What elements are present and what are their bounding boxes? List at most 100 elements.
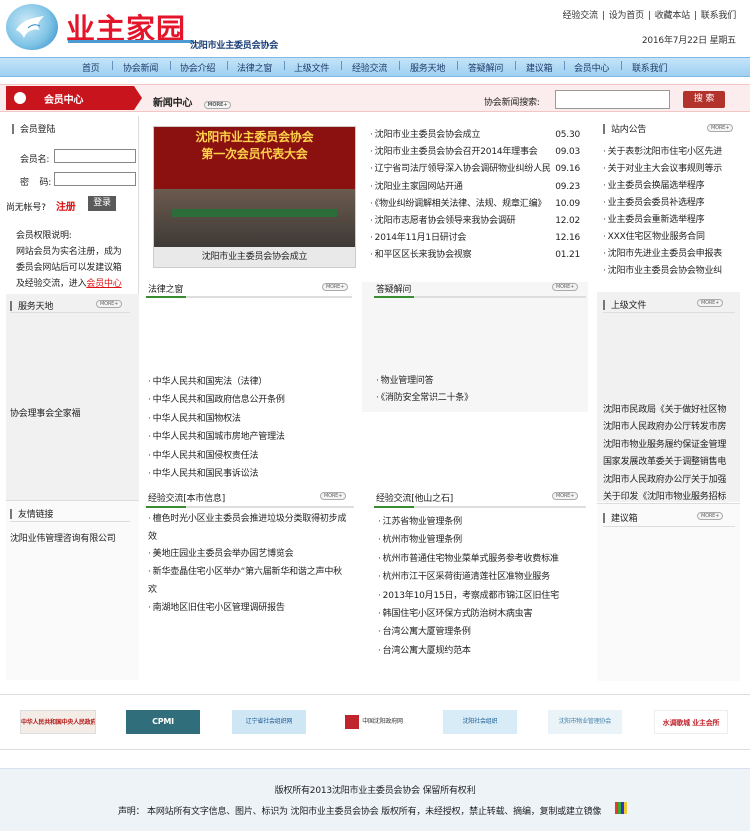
news-item[interactable]: · 沈阳市志愿者协会领导来我协会调研 12.02 [370,213,582,230]
exchange-local-item[interactable]: · 新华壶晶住宅小区举办“第六届新华和谐之声中秋 [148,564,354,582]
nav-member-center[interactable]: 会员中心 [574,61,609,74]
notice-item[interactable]: · 业主委员会重新选举程序 [603,212,735,229]
exchange-other-item[interactable]: · 韩国住宅小区环保方式防治树木病虫害 [378,605,584,623]
service-more-button[interactable]: MORE+ [96,300,123,308]
exchange-local-underline [146,506,354,508]
register-link[interactable]: 注册 [56,198,76,213]
exchange-other-item[interactable]: · 台湾公寓大厦规约范本 [378,642,584,660]
upper-doc-item[interactable]: 国家发展改革委关于调整销售电 [603,454,738,471]
nav-suggestion-box[interactable]: 建议箱 [526,61,553,74]
qa-panel: 答疑解问 MORE+ · 物业管理问答 · 《消防安全常识二十条》 [362,282,588,412]
password-input[interactable] [54,172,136,186]
exchange-other-item[interactable]: · 台湾公寓大厦管理条例 [378,623,584,641]
news-more-button[interactable]: MORE+ [203,101,232,109]
exchange-other-item[interactable]: · 杭州市江干区采荷街道清莲社区准物业服务 [378,568,584,586]
nav-upper-documents[interactable]: 上级文件 [294,61,329,74]
nav-association-intro[interactable]: 协会介绍 [180,61,215,74]
qa-item[interactable]: · 物业管理问答 [376,373,473,390]
exchange-local-more-button[interactable]: MORE+ [320,492,347,500]
qa-item[interactable]: · 《消防安全常识二十条》 [376,390,473,407]
top-link-exchange[interactable]: 经验交流 [559,11,602,21]
nav-separator: | [398,61,401,71]
notice-item[interactable]: · 关于表彰沈阳市住宅小区先进 [603,144,735,161]
nav-law-window[interactable]: 法律之窗 [237,61,272,74]
qa-more-button[interactable]: MORE+ [552,283,579,291]
news-item[interactable]: · 沈阳市业主委员会协会召开2014年理事会 09.03 [370,144,582,161]
exchange-local-item[interactable]: · 美地庄园业主委员会举办园艺博览会 [148,546,354,564]
upper-doc-item[interactable]: 沈阳市人民政府办公厅转发市房 [603,419,738,436]
title-marker [603,513,605,523]
nav-qa[interactable]: 答疑解问 [468,61,503,74]
exchange-local-item-cont[interactable]: 欢 [148,582,354,600]
top-link-homepage[interactable]: 设为首页 [605,11,648,21]
nav-association-news[interactable]: 协会新闻 [123,61,158,74]
site-footer: 版权所有2013沈阳市业主委员会协会 保留所有权利 声明： 本网站所有文字信息、… [0,768,750,831]
law-item[interactable]: · 中华人民共和国物权法 [148,410,285,428]
partner-logo-club[interactable]: 水调歌城 业主会所 [654,710,728,734]
exchange-local-item-cont[interactable]: 效 [148,529,354,547]
suggestion-more-button[interactable]: MORE+ [697,512,724,520]
upper-doc-item[interactable]: 沈阳市人民政府办公厅关于加强 [603,472,738,489]
notice-title-text: 站内公告 [611,125,647,135]
news-item[interactable]: · 《物业纠纷调解相关法律、法规、规章汇编》 10.09 [370,195,582,214]
news-item[interactable]: · 2014年11月1日研讨会 12.16 [370,230,582,247]
upper-docs-panel: 上级文件 MORE+ 沈阳市民政局《关于做好社区物 沈阳市人民政府办公厅转发市房… [597,292,740,502]
news-item[interactable]: · 辽宁省司法厅领导深入协会调研物业纠纷人民 09.16 [370,161,582,179]
login-button[interactable]: 登录 [88,196,116,211]
partner-logo-liaoning-org[interactable]: 辽宁省社会组织网 [232,710,306,734]
top-link-contact[interactable]: 联系我们 [697,11,740,21]
upper-doc-item[interactable]: 沈阳市物业服务履约保证金管理 [603,437,738,454]
news-search-input[interactable] [555,90,670,109]
service-item[interactable]: 协会理事会全家福 [10,406,80,419]
notice-item[interactable]: · 业主委员会委员补选程序 [603,195,735,212]
nav-experience-exchange[interactable]: 经验交流 [352,61,387,74]
law-item[interactable]: · 中华人民共和国宪法（法律） [148,373,285,391]
top-link-bookmark[interactable]: 收藏本站 [651,11,694,21]
nav-service[interactable]: 服务天地 [410,61,445,74]
notice-item[interactable]: · 沈阳市先进业主委员会申报表 [603,246,735,263]
nav-contact[interactable]: 联系我们 [632,61,667,74]
notice-item[interactable]: · 业主委员会换届选举程序 [603,178,735,195]
partner-logo-property-assoc[interactable]: 沈阳市物业管理协会 [548,710,622,734]
news-center-label: 新闻中心 [153,98,193,109]
exchange-other-item[interactable]: · 杭州市普通住宅物业菜单式服务参考收费标准 [378,550,584,568]
notice-item[interactable]: · XXX住宅区物业服务合同 [603,229,735,246]
username-input[interactable] [54,149,136,163]
friend-link-item[interactable]: 沈阳业伟管理咨询有限公司 [10,531,116,544]
law-item[interactable]: · 中华人民共和国民事诉讼法 [148,465,285,483]
upper-doc-item[interactable]: 沈阳市民政局《关于做好社区物 [603,402,738,419]
partner-logo-shenyang-gov[interactable]: 中国沈阳政府网 [337,710,411,734]
news-date: 09.23 [555,181,580,192]
law-item[interactable]: · 中华人民共和国侵权责任法 [148,447,285,465]
partner-logo-shenyang-org[interactable]: 沈阳社会组织 [443,710,517,734]
title-marker [10,509,12,519]
exchange-local-item[interactable]: · 南湖地区旧住宅小区管理调研报告 [148,600,354,618]
suggestion-box-panel: 建议箱 MORE+ [597,503,740,681]
partner-logo-central-gov[interactable]: 中华人民共和国中央人民政府 [20,710,96,734]
logo-underline [68,40,194,43]
law-more-button[interactable]: MORE+ [322,283,349,291]
exchange-other-item[interactable]: · 江苏省物业管理条例 [378,513,584,531]
partner-logo-cpmi[interactable]: CPMI [126,710,200,734]
law-item[interactable]: · 中华人民共和国城市房地产管理法 [148,428,285,446]
exchange-other-item[interactable]: · 2013年10月15日，考察成都市锦江区旧住宅 [378,587,584,605]
exchange-other-item[interactable]: · 杭州市物业管理条例 [378,531,584,549]
law-item[interactable]: · 中华人民共和国政府信息公开条例 [148,391,285,409]
exchange-local-item[interactable]: · 檀色时光小区业主委员会推进垃圾分类取得初步成 [148,511,354,529]
nav-home[interactable]: 首页 [82,61,100,74]
search-button[interactable]: 搜 索 [683,91,725,108]
notice-more-button[interactable]: MORE+ [707,124,734,132]
member-center-link[interactable]: 会员中心 [86,279,121,289]
news-photo[interactable]: 沈阳市业主委员会协会 第一次会员代表大会 沈阳市业主委员会协会成立 [153,126,356,268]
news-item[interactable]: · 沈阳业主家园网站开通 09.23 [370,179,582,196]
upper-docs-more-button[interactable]: MORE+ [697,299,724,307]
notice-title: 站内公告 [603,122,646,135]
notice-item[interactable]: · 沈阳市业主委员会协会物业纠 [603,263,735,280]
exchange-other-more-button[interactable]: MORE+ [552,492,579,500]
notice-item[interactable]: · 关于对业主大会议事规则等示 [603,161,735,178]
stats-icon[interactable] [615,802,627,814]
photo-banner-text: 沈阳市业主委员会协会 第一次会员代表大会 [154,129,355,163]
news-item[interactable]: · 沈阳市业主委员会协会成立 05.30 [370,127,582,144]
exchange-local-list: · 檀色时光小区业主委员会推进垃圾分类取得初步成 效 · 美地庄园业主委员会举办园艺… [148,511,354,617]
news-item[interactable]: · 和平区区长来我协会视察 01.21 [370,247,582,264]
